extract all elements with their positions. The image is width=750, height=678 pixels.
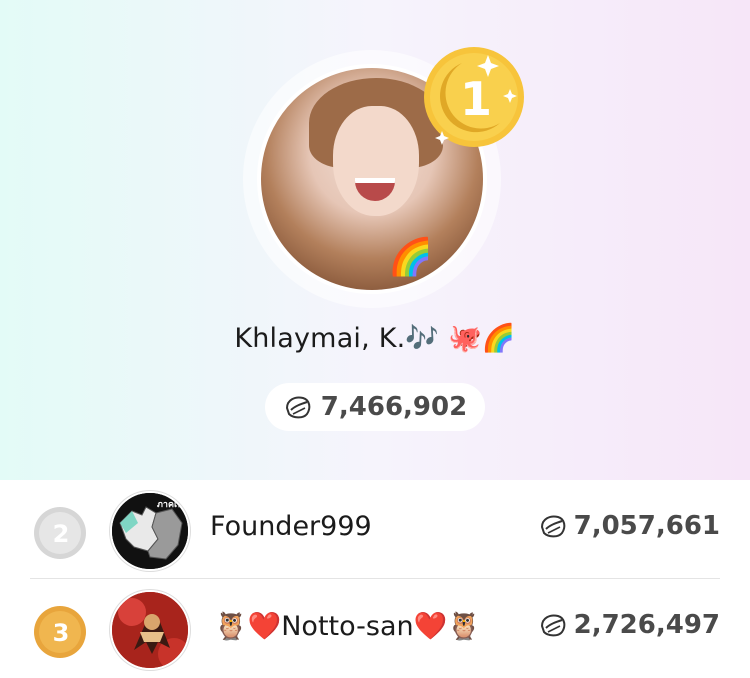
gold-medal-number: 1 (460, 72, 492, 126)
leader-hero: 🌈 1 Khlaymai, K.🎶 🐙🌈 7,466,902 (0, 0, 750, 480)
leader-name: Khlaymai, K. (234, 323, 406, 354)
rainbow-sticker-icon: 🌈 (388, 237, 433, 278)
row-score-founder: 7,057,661 (538, 511, 720, 541)
avatar-caption: ภาคเห (157, 500, 183, 510)
row-name-notto: 🦉❤️Notto-san❤️🦉 (214, 611, 481, 642)
leaderboard-row-3[interactable]: 3 🦉❤️Notto-san❤️🦉 2,726,497 (0, 580, 750, 678)
bronze-medal-icon: 3 (34, 606, 86, 658)
leader-score-value: 7,466,902 (320, 392, 468, 422)
creature-avatar-image (112, 592, 188, 668)
map-avatar-image: ภาคเห (112, 493, 188, 569)
leaf-coin-icon (540, 515, 565, 538)
row-name-founder: Founder999 (210, 511, 372, 542)
bronze-medal-number: 3 (53, 619, 70, 647)
row-divider (30, 578, 720, 579)
row-score-value: 7,057,661 (573, 511, 720, 541)
row-score-value: 2,726,497 (573, 610, 720, 640)
silver-medal-icon: 2 (34, 507, 86, 559)
silver-medal-number: 2 (53, 520, 70, 548)
gold-medal-icon: 1 (424, 47, 524, 147)
leader-name-emojis: 🎶 🐙🌈 (405, 323, 516, 354)
leader-score-pill: 7,466,902 (265, 383, 485, 431)
row-avatar-founder[interactable]: ภาคเห (110, 491, 190, 571)
leader-name-row[interactable]: Khlaymai, K.🎶 🐙🌈 (0, 322, 750, 354)
row-avatar-notto[interactable] (110, 590, 190, 670)
leaderboard-row-2[interactable]: 2 ภาคเห Founder999 7,057,661 (0, 481, 750, 579)
leaf-coin-icon (540, 614, 565, 637)
row-score-notto: 2,726,497 (538, 610, 720, 640)
leaf-coin-icon (285, 396, 311, 419)
